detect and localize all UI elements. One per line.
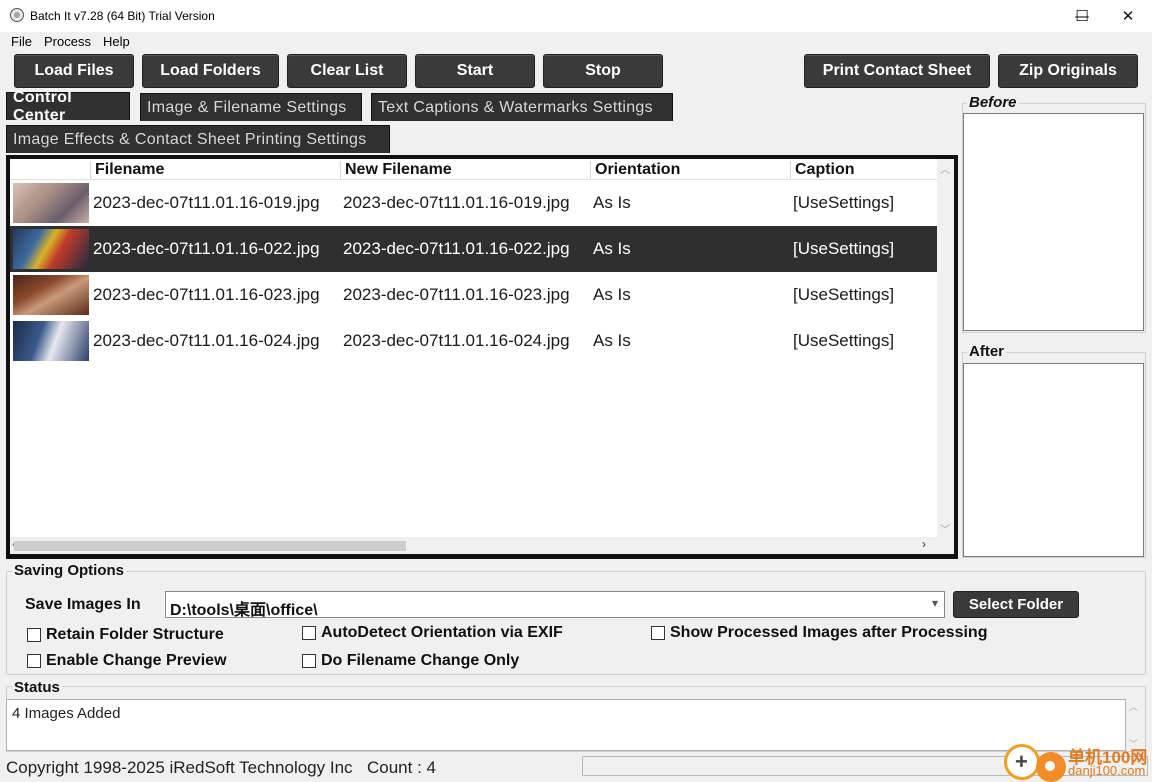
maximize-icon: ☐ — [1075, 7, 1089, 25]
image-count: Count : 4 — [367, 758, 436, 777]
cell-orientation: As Is — [593, 239, 631, 258]
show-processed-images-checkbox[interactable]: Show Processed Images after Processing — [651, 624, 987, 642]
cell-filename: 2023-dec-07t11.01.16-019.jpg — [93, 193, 320, 212]
minimize-button-2[interactable] — [1013, 0, 1059, 32]
enable-change-preview-checkbox[interactable]: Enable Change Preview — [27, 652, 227, 670]
status-text: 4 Images Added — [12, 705, 121, 722]
saving-options-title: Saving Options — [12, 562, 127, 579]
filename-change-only-checkbox[interactable]: Do Filename Change Only — [302, 652, 519, 670]
menu-help[interactable]: Help — [103, 34, 130, 49]
copyright-text: Copyright 1998-2025 iRedSoft Technology … — [6, 758, 353, 777]
watermark-url: danji100.com — [1068, 763, 1146, 778]
cell-filename: 2023-dec-07t11.01.16-022.jpg — [93, 239, 320, 258]
column-filename[interactable]: Filename — [95, 161, 164, 179]
load-folders-button[interactable]: Load Folders — [142, 54, 279, 88]
after-preview — [963, 363, 1144, 557]
checkbox-box[interactable] — [651, 626, 665, 640]
horizontal-scroll-thumb[interactable] — [14, 541, 406, 551]
table-row[interactable]: 2023-dec-07t11.01.16-019.jpg 2023-dec-07… — [10, 180, 937, 226]
menu-file[interactable]: File — [11, 34, 32, 49]
close-icon: ✕ — [1121, 7, 1135, 25]
before-preview — [963, 113, 1144, 331]
maximize-button[interactable]: ☐ — [1059, 0, 1105, 32]
thumbnail-image — [13, 229, 89, 269]
cell-orientation: As Is — [593, 285, 631, 304]
window-title: Batch It v7.28 (64 Bit) Trial Version — [30, 9, 215, 23]
thumbnail-image — [13, 275, 89, 315]
save-images-in-label: Save Images In — [25, 596, 141, 613]
checkbox-box[interactable] — [302, 654, 316, 668]
cell-new-filename: 2023-dec-07t11.01.16-023.jpg — [343, 285, 570, 304]
before-label: Before — [967, 94, 1019, 111]
retain-folder-structure-checkbox[interactable]: Retain Folder Structure — [27, 626, 224, 644]
select-folder-button[interactable]: Select Folder — [953, 591, 1079, 618]
menu-bar: File Process Help — [0, 32, 1152, 52]
cell-caption: [UseSettings] — [793, 239, 895, 258]
checkbox-label: Do Filename Change Only — [321, 652, 520, 669]
table-row[interactable]: 2023-dec-07t11.01.16-024.jpg 2023-dec-07… — [10, 318, 937, 364]
list-header: Filename New Filename Orientation Captio… — [10, 159, 937, 180]
scroll-down-icon[interactable]: ﹀ — [940, 521, 950, 536]
autodetect-orientation-checkbox[interactable]: AutoDetect Orientation via EXIF — [302, 624, 563, 642]
watermark-dot-icon — [1036, 752, 1066, 782]
column-caption[interactable]: Caption — [795, 161, 855, 179]
cell-filename: 2023-dec-07t11.01.16-024.jpg — [93, 331, 320, 350]
cell-orientation: As Is — [593, 193, 631, 212]
tab-image-filename-settings[interactable]: Image & Filename Settings — [140, 93, 362, 121]
cell-filename: 2023-dec-07t11.01.16-023.jpg — [93, 285, 320, 304]
table-row[interactable]: 2023-dec-07t11.01.16-023.jpg 2023-dec-07… — [10, 272, 937, 318]
cell-new-filename: 2023-dec-07t11.01.16-019.jpg — [343, 193, 570, 212]
tab-image-effects-contact-sheet[interactable]: Image Effects & Contact Sheet Printing S… — [6, 125, 390, 153]
save-path-value: D:\tools\桌面\office\ — [170, 602, 318, 619]
column-new-filename[interactable]: New Filename — [345, 161, 452, 179]
scroll-right-icon[interactable]: › — [922, 537, 926, 551]
tab-text-captions-watermarks[interactable]: Text Captions & Watermarks Settings — [371, 93, 673, 121]
checkbox-box[interactable] — [27, 654, 41, 668]
checkbox-label: Enable Change Preview — [46, 652, 227, 669]
cell-caption: [UseSettings] — [793, 193, 895, 212]
cell-caption: [UseSettings] — [793, 285, 895, 304]
after-label: After — [967, 343, 1007, 360]
column-orientation[interactable]: Orientation — [595, 161, 680, 179]
checkbox-box[interactable] — [302, 626, 316, 640]
file-list[interactable]: Filename New Filename Orientation Captio… — [10, 159, 937, 537]
checkbox-label: AutoDetect Orientation via EXIF — [321, 624, 563, 641]
clear-list-button[interactable]: Clear List — [287, 54, 407, 88]
menu-process[interactable]: Process — [44, 34, 91, 49]
cell-orientation: As Is — [593, 331, 631, 350]
checkbox-label: Show Processed Images after Processing — [670, 624, 988, 641]
scroll-up-icon[interactable]: ︿ — [940, 161, 950, 176]
cell-new-filename: 2023-dec-07t11.01.16-022.jpg — [343, 239, 570, 258]
zip-originals-button[interactable]: Zip Originals — [998, 54, 1138, 88]
chevron-down-icon[interactable]: ▾ — [932, 596, 938, 610]
status-title: Status — [12, 679, 62, 696]
checkbox-box[interactable] — [27, 628, 41, 642]
start-button[interactable]: Start — [415, 54, 535, 88]
close-button[interactable]: ✕ — [1105, 0, 1151, 32]
table-row-selected[interactable]: 2023-dec-07t11.01.16-022.jpg 2023-dec-07… — [10, 226, 937, 272]
thumbnail-image — [13, 321, 89, 361]
print-contact-sheet-button[interactable]: Print Contact Sheet — [804, 54, 990, 88]
tab-control-center[interactable]: Control Center — [6, 89, 130, 124]
list-vertical-scrollbar[interactable]: ︿ ﹀ — [937, 159, 954, 537]
cell-new-filename: 2023-dec-07t11.01.16-024.jpg — [343, 331, 570, 350]
stop-button[interactable]: Stop — [543, 54, 663, 88]
checkbox-label: Retain Folder Structure — [46, 626, 224, 643]
watermark-logo-icon — [1004, 744, 1040, 780]
load-files-button[interactable]: Load Files — [14, 54, 134, 88]
status-textbox[interactable]: 4 Images Added — [6, 699, 1126, 751]
title-bar: Batch It v7.28 (64 Bit) Trial Version — — [0, 0, 1152, 32]
save-path-combobox[interactable]: D:\tools\桌面\office\ ▾ — [165, 591, 945, 619]
cell-caption: [UseSettings] — [793, 331, 895, 350]
app-icon — [10, 8, 24, 22]
scroll-up-icon[interactable]: ︿ — [1129, 700, 1138, 713]
thumbnail-image — [13, 183, 89, 223]
